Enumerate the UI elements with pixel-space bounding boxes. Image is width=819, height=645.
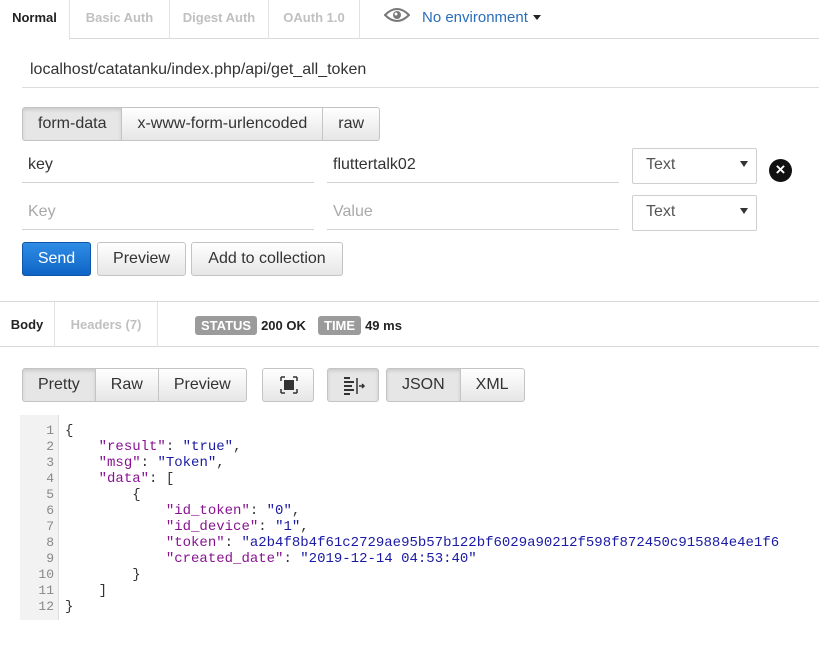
line-number: 11 (38, 583, 54, 598)
json-key: "created_date" (165, 551, 284, 567)
param-type-value: Text (646, 156, 676, 173)
json-key: "token" (165, 535, 225, 551)
line-number: 10 (38, 567, 54, 582)
format-tabs: JSON XML (386, 368, 525, 402)
tab-preview-response[interactable]: Preview (157, 368, 247, 402)
line-number: 3 (46, 455, 54, 470)
preview-button[interactable]: Preview (97, 242, 186, 276)
code-line: } (65, 567, 141, 583)
code-line: "id_device": "1", (165, 519, 309, 535)
tab-basic-auth[interactable]: Basic Auth (70, 0, 170, 39)
param-key-input[interactable]: key (22, 149, 314, 183)
code-line: "created_date": "2019-12-14 04:53:40" (165, 551, 477, 567)
delete-row-icon[interactable]: × (769, 159, 792, 182)
tab-xml[interactable]: XML (459, 368, 525, 402)
add-to-collection-button[interactable]: Add to collection (191, 242, 343, 276)
tab-form-data[interactable]: form-data (22, 107, 123, 141)
tab-digest-auth[interactable]: Digest Auth (170, 0, 269, 39)
indent-icon (344, 377, 366, 395)
url-input[interactable]: localhost/catatanku/index.php/api/get_al… (22, 52, 819, 88)
tab-headers[interactable]: Headers (7) (55, 302, 158, 347)
new-param-type-select[interactable]: Text (632, 195, 757, 231)
code-line: { (65, 423, 74, 439)
json-value: "Token" (157, 455, 217, 471)
new-value-input[interactable]: Value (327, 196, 619, 230)
json-value: "a2b4f8b4f61c2729ae95b57b122bf6029a90212… (241, 535, 780, 551)
environment-selector[interactable]: No environment (383, 6, 541, 28)
line-number: 4 (46, 471, 54, 486)
tab-oauth[interactable]: OAuth 1.0 (269, 0, 360, 39)
param-value-input[interactable]: fluttertalk02 (327, 149, 619, 183)
wrap-toggle-button[interactable] (327, 368, 379, 402)
environment-label[interactable]: No environment (422, 9, 528, 26)
line-number: 12 (38, 599, 54, 614)
code-line: { (65, 487, 141, 503)
line-number: 9 (46, 551, 54, 566)
tab-normal[interactable]: Normal (0, 0, 70, 40)
response-tab-bar: Body Headers (7) STATUS 200 OK TIME 49 m… (0, 301, 819, 347)
response-view-tabs: Pretty Raw Preview (22, 368, 247, 402)
status-indicator: STATUS 200 OK (195, 314, 306, 336)
code-line: } (65, 599, 74, 615)
response-body-viewer[interactable]: 1 2 3 4 5 6 7 8 9 10 11 12 { "result": "… (20, 415, 819, 620)
code-line: ] (65, 583, 108, 599)
code-line: "data": [ (98, 471, 175, 487)
time-badge: TIME (318, 315, 362, 335)
time-indicator: TIME 49 ms (318, 314, 402, 336)
eye-icon[interactable] (383, 7, 411, 28)
tab-raw-response[interactable]: Raw (94, 368, 159, 402)
body-mode-tabs: form-data x-www-form-urlencoded raw (22, 107, 381, 141)
json-key: "data" (98, 471, 150, 487)
code-line: "token": "a2b4f8b4f61c2729ae95b57b122bf6… (165, 535, 780, 551)
json-value: "0" (266, 503, 292, 519)
status-badge: STATUS (195, 315, 258, 335)
code-line: "msg": "Token", (98, 455, 225, 471)
status-value: 200 OK (261, 317, 306, 333)
auth-tab-bar: Normal Basic Auth Digest Auth OAuth 1.0 … (0, 0, 819, 40)
json-value: "1" (275, 519, 301, 535)
tab-body[interactable]: Body (0, 302, 55, 347)
param-type-select[interactable]: Text (632, 148, 757, 184)
chevron-down-icon[interactable] (532, 14, 541, 20)
tab-pretty[interactable]: Pretty (22, 368, 96, 402)
tab-json[interactable]: JSON (386, 368, 461, 402)
dropdown-arrow-icon (740, 208, 748, 214)
time-value: 49 ms (365, 317, 402, 333)
line-number: 7 (46, 519, 54, 534)
code-line: "id_token": "0", (165, 503, 301, 519)
json-key: "msg" (98, 455, 141, 471)
code-line: "result": "true", (98, 439, 242, 455)
send-button[interactable]: Send (22, 242, 91, 276)
fullscreen-button[interactable] (262, 368, 314, 402)
new-param-type-value: Text (646, 203, 676, 220)
line-number: 2 (46, 439, 54, 454)
tab-x-www-form-urlencoded[interactable]: x-www-form-urlencoded (121, 107, 324, 141)
json-key: "id_device" (165, 519, 259, 535)
line-number: 5 (46, 487, 54, 502)
json-key: "result" (98, 439, 166, 455)
fullscreen-icon (280, 376, 298, 394)
line-number: 8 (46, 535, 54, 550)
json-key: "id_token" (165, 503, 250, 519)
new-key-input[interactable]: Key (22, 196, 314, 230)
json-value: "2019-12-14 04:53:40" (300, 551, 477, 567)
dropdown-arrow-icon (740, 161, 748, 167)
line-number-gutter: 1 2 3 4 5 6 7 8 9 10 11 12 (20, 415, 59, 620)
line-number: 1 (46, 423, 54, 438)
line-number: 6 (46, 503, 54, 518)
tab-raw[interactable]: raw (322, 107, 381, 141)
json-value: "true" (182, 439, 234, 455)
